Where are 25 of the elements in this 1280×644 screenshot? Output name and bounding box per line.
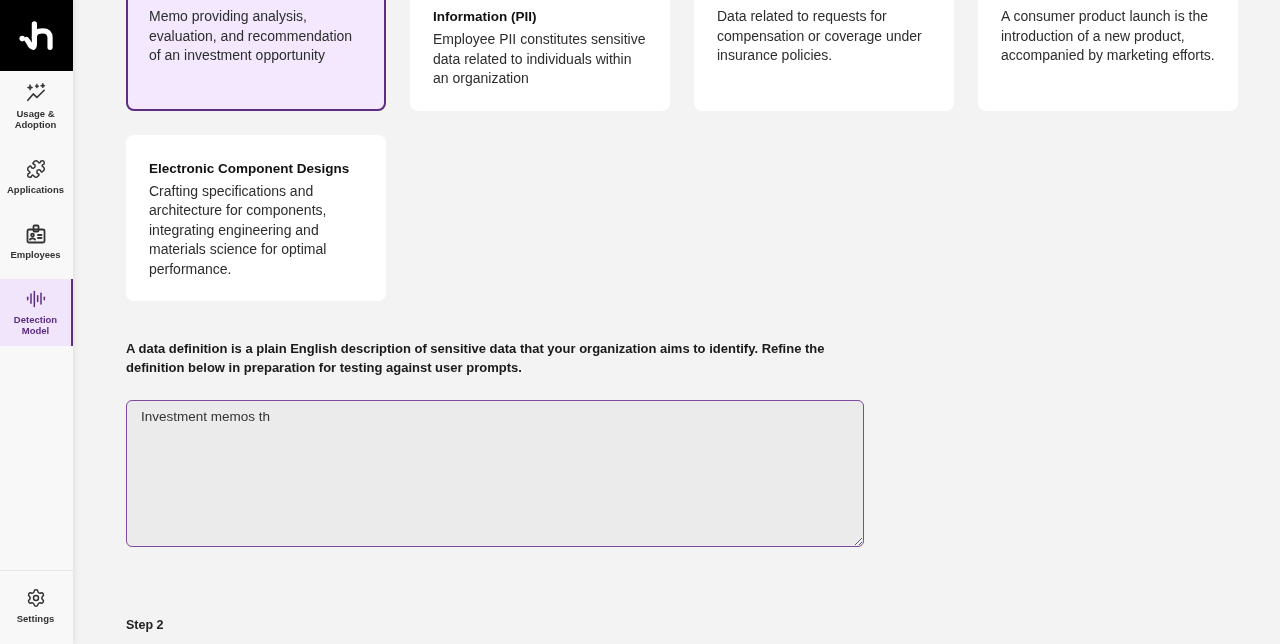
settings-icon bbox=[25, 588, 46, 608]
data-type-card[interactable]: Data related to requests for compensation or coverage under insurance policies. bbox=[694, 0, 954, 111]
puzzle-icon bbox=[25, 159, 46, 179]
card-description: Memo providing analysis, evaluation, and recommendation of an investment opportunity bbox=[149, 7, 354, 65]
card-title: Electronic Component Designs bbox=[149, 159, 351, 178]
sidebar-item[interactable]: Applications bbox=[0, 149, 73, 205]
definition-instructions: A data definition is a plain English description of sensitive data that your organization aims to identify. Refine the definition below in preparation for testing against user prompts. bbox=[126, 340, 826, 377]
definition-field[interactable]: Investment memos th bbox=[126, 400, 864, 547]
sparkle-chart-icon bbox=[25, 83, 46, 103]
sidebar-item[interactable]: Employees bbox=[0, 214, 73, 270]
data-type-card[interactable]: Electronic Component Designs Crafting specifications and architecture for components, integrating engineering and materials science for optimal performance. bbox=[126, 134, 386, 301]
card-description: A consumer product launch is the introduction of a new product, accompanied by marketing efforts. bbox=[1001, 7, 1216, 65]
sidebar-item[interactable]: Detection Model bbox=[0, 279, 73, 346]
card-description: Employee PII constitutes sensitive data related to individuals within an organization bbox=[433, 30, 647, 88]
sidebar-item[interactable]: Settings bbox=[0, 578, 73, 634]
audio-wave-icon bbox=[25, 289, 46, 309]
card-description: Data related to requests for compensation or coverage under insurance policies. bbox=[717, 7, 923, 65]
data-type-card[interactable]: A consumer product launch is the introduction of a new product, accompanied by marketing efforts. bbox=[978, 0, 1238, 111]
data-type-card[interactable]: Memo providing analysis, evaluation, and recommendation of an investment opportunity bbox=[126, 0, 386, 111]
card-title: Information (PII) bbox=[433, 8, 538, 26]
card-description: Crafting specifications and architecture for components, integrating engineering and materials science for optimal performance. bbox=[149, 181, 328, 279]
step-label: Step 2 bbox=[126, 618, 164, 632]
data-type-card[interactable]: Information (PII) Employee PII constitutes sensitive data related to individuals within an organization bbox=[410, 0, 670, 111]
id-badge-icon bbox=[25, 224, 46, 244]
sidebar-item[interactable]: Usage & Adoption bbox=[0, 73, 73, 140]
